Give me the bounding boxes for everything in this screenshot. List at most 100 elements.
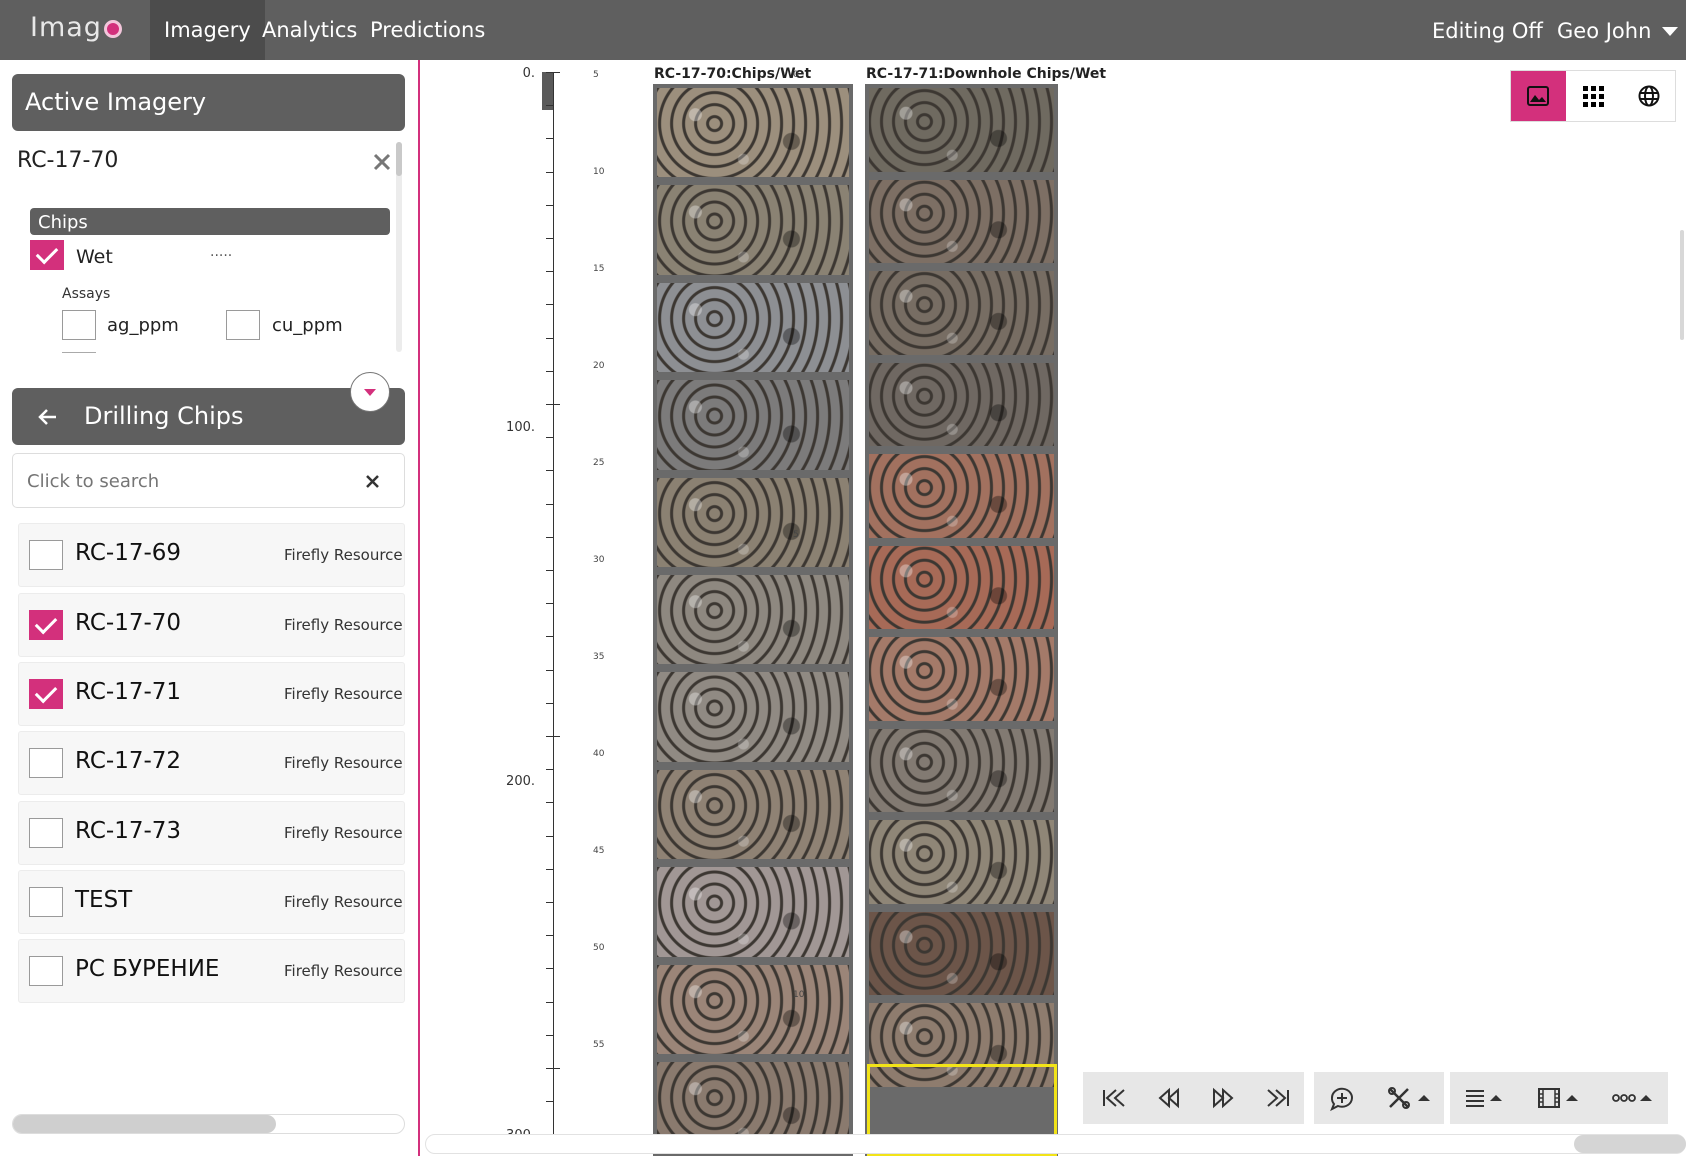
column-depth-tick: 0: [793, 70, 799, 80]
chip-tray-image[interactable]: [869, 820, 1054, 904]
chip-tray-image[interactable]: [657, 380, 849, 470]
axis-tick: [546, 437, 553, 439]
axis-tick: [546, 769, 553, 771]
list-horizontal-scrollbar[interactable]: [12, 1114, 405, 1134]
scrollbar-thumb[interactable]: [1574, 1135, 1686, 1153]
axis-tick: [546, 868, 553, 870]
chip-tray-column[interactable]: [865, 84, 1058, 1156]
chip-tray-image[interactable]: [657, 282, 849, 373]
film-icon: [1538, 1088, 1578, 1108]
item-checkbox[interactable]: [29, 679, 63, 709]
axis-tick: [546, 902, 553, 903]
first-button[interactable]: [1097, 1082, 1131, 1114]
fast-forward-button[interactable]: [1206, 1082, 1240, 1114]
item-checkbox[interactable]: [29, 818, 63, 848]
clear-search-icon[interactable]: [365, 474, 380, 489]
list-options-button[interactable]: [1462, 1082, 1510, 1114]
chip-tray-image[interactable]: [869, 728, 1054, 812]
list-item[interactable]: RC-17-70 Firefly Resource De: [18, 593, 405, 657]
chip-tray-image[interactable]: [657, 964, 849, 1054]
editing-toggle[interactable]: Editing Off: [1432, 0, 1543, 60]
tab-analytics[interactable]: Analytics: [262, 0, 357, 60]
item-name: RC-17-70: [75, 610, 182, 636]
add-comment-button[interactable]: [1326, 1082, 1360, 1114]
chip-tray-image[interactable]: [657, 672, 849, 762]
chip-tray-image[interactable]: [657, 477, 849, 567]
list-item[interactable]: RC-17-69 Firefly Resource De: [18, 523, 405, 587]
more-options-button[interactable]: [1610, 1082, 1660, 1114]
film-options-button[interactable]: [1536, 1082, 1584, 1114]
chip-tray-image[interactable]: [869, 637, 1054, 721]
user-menu[interactable]: Geo John: [1557, 0, 1651, 60]
chip-tray-image[interactable]: [869, 362, 1054, 446]
last-button[interactable]: [1261, 1082, 1295, 1114]
item-name: TEST: [75, 887, 133, 913]
item-checkbox[interactable]: [29, 610, 63, 640]
column-title: RC-17-71:Downhole Chips/Wet: [866, 66, 1107, 82]
axis-tick: [546, 536, 553, 538]
imago-logo[interactable]: Imag: [30, 12, 122, 43]
search-input[interactable]: [27, 466, 327, 496]
column-depth-tick: 5: [793, 530, 799, 540]
item-name: РС БУРЕНИЕ: [75, 956, 220, 982]
item-checkbox[interactable]: [29, 887, 63, 917]
chip-tray-image[interactable]: [657, 769, 849, 860]
list-item[interactable]: РС БУРЕНИЕ Firefly Resource De: [18, 939, 405, 1003]
playback-controls: [1083, 1072, 1304, 1124]
wet-checkbox[interactable]: [30, 240, 64, 270]
item-checkbox[interactable]: [29, 748, 63, 778]
user-menu-caret-icon[interactable]: [1662, 27, 1678, 36]
axis-tick: [546, 171, 553, 173]
grid-icon: [1583, 86, 1604, 107]
tools-button[interactable]: [1384, 1082, 1438, 1114]
item-checkbox[interactable]: [29, 540, 63, 570]
back-arrow-icon[interactable]: [38, 408, 58, 426]
item-org: Firefly Resource De: [284, 754, 404, 772]
list-item[interactable]: RC-17-71 Firefly Resource De: [18, 662, 405, 726]
axis-tick: [546, 935, 553, 937]
rewind-button[interactable]: [1152, 1082, 1186, 1114]
assay-cu-ppm-checkbox[interactable]: [226, 310, 260, 340]
column-title: RC-17-70:Chips/Wet: [654, 66, 812, 82]
chip-tray-image[interactable]: [869, 271, 1054, 355]
image-view-button[interactable]: [1511, 71, 1566, 121]
line-style-indicator[interactable]: .....: [210, 244, 232, 260]
chip-tray-image[interactable]: [869, 88, 1054, 172]
item-checkbox[interactable]: [29, 956, 63, 986]
item-name: RC-17-72: [75, 748, 182, 774]
chip-tray-image[interactable]: [869, 911, 1054, 995]
axis-tick: [546, 968, 553, 970]
scrollbar-thumb[interactable]: [13, 1115, 276, 1133]
list-item[interactable]: RC-17-72 Firefly Resource De: [18, 731, 405, 795]
axis-tick: [546, 736, 560, 737]
column-depth-tick: 10: [593, 167, 605, 177]
active-imagery-scrollbar[interactable]: [396, 142, 402, 352]
chip-tray-column[interactable]: [653, 84, 853, 1156]
tab-predictions[interactable]: Predictions: [370, 0, 485, 60]
assay-ag-ppm-checkbox[interactable]: [62, 310, 96, 340]
column-depth-tick: 20: [593, 361, 605, 371]
chip-tray-image[interactable]: [657, 575, 849, 665]
chip-tray-image[interactable]: [657, 88, 849, 178]
column-depth-tick: 5: [593, 70, 599, 80]
remove-hole-close-icon[interactable]: [372, 152, 392, 172]
depth-label: 200.: [506, 774, 535, 789]
grid-view-button[interactable]: [1566, 71, 1621, 121]
chip-tray-image[interactable]: [657, 867, 849, 957]
globe-view-button[interactable]: [1621, 71, 1676, 121]
collapse-dropdown-button[interactable]: [350, 372, 390, 412]
axis-tick: [546, 470, 553, 472]
more-dots-icon: [1612, 1094, 1652, 1102]
chip-tray-image[interactable]: [869, 454, 1054, 538]
chip-tray-image[interactable]: [869, 179, 1054, 263]
chip-tray-image[interactable]: [869, 545, 1054, 629]
chip-tray-image[interactable]: [657, 185, 849, 275]
list-item[interactable]: RC-17-73 Firefly Resource De: [18, 801, 405, 865]
list-item[interactable]: TEST Firefly Resource De: [18, 870, 405, 934]
viewer-vertical-scrollbar[interactable]: [1680, 230, 1684, 340]
scrollbar-thumb[interactable]: [396, 142, 402, 176]
column-depth-tick: 50: [593, 943, 605, 953]
axis-tick: [546, 669, 553, 671]
viewer-horizontal-scrollbar[interactable]: [425, 1134, 1686, 1154]
tab-imagery[interactable]: Imagery: [150, 0, 265, 60]
